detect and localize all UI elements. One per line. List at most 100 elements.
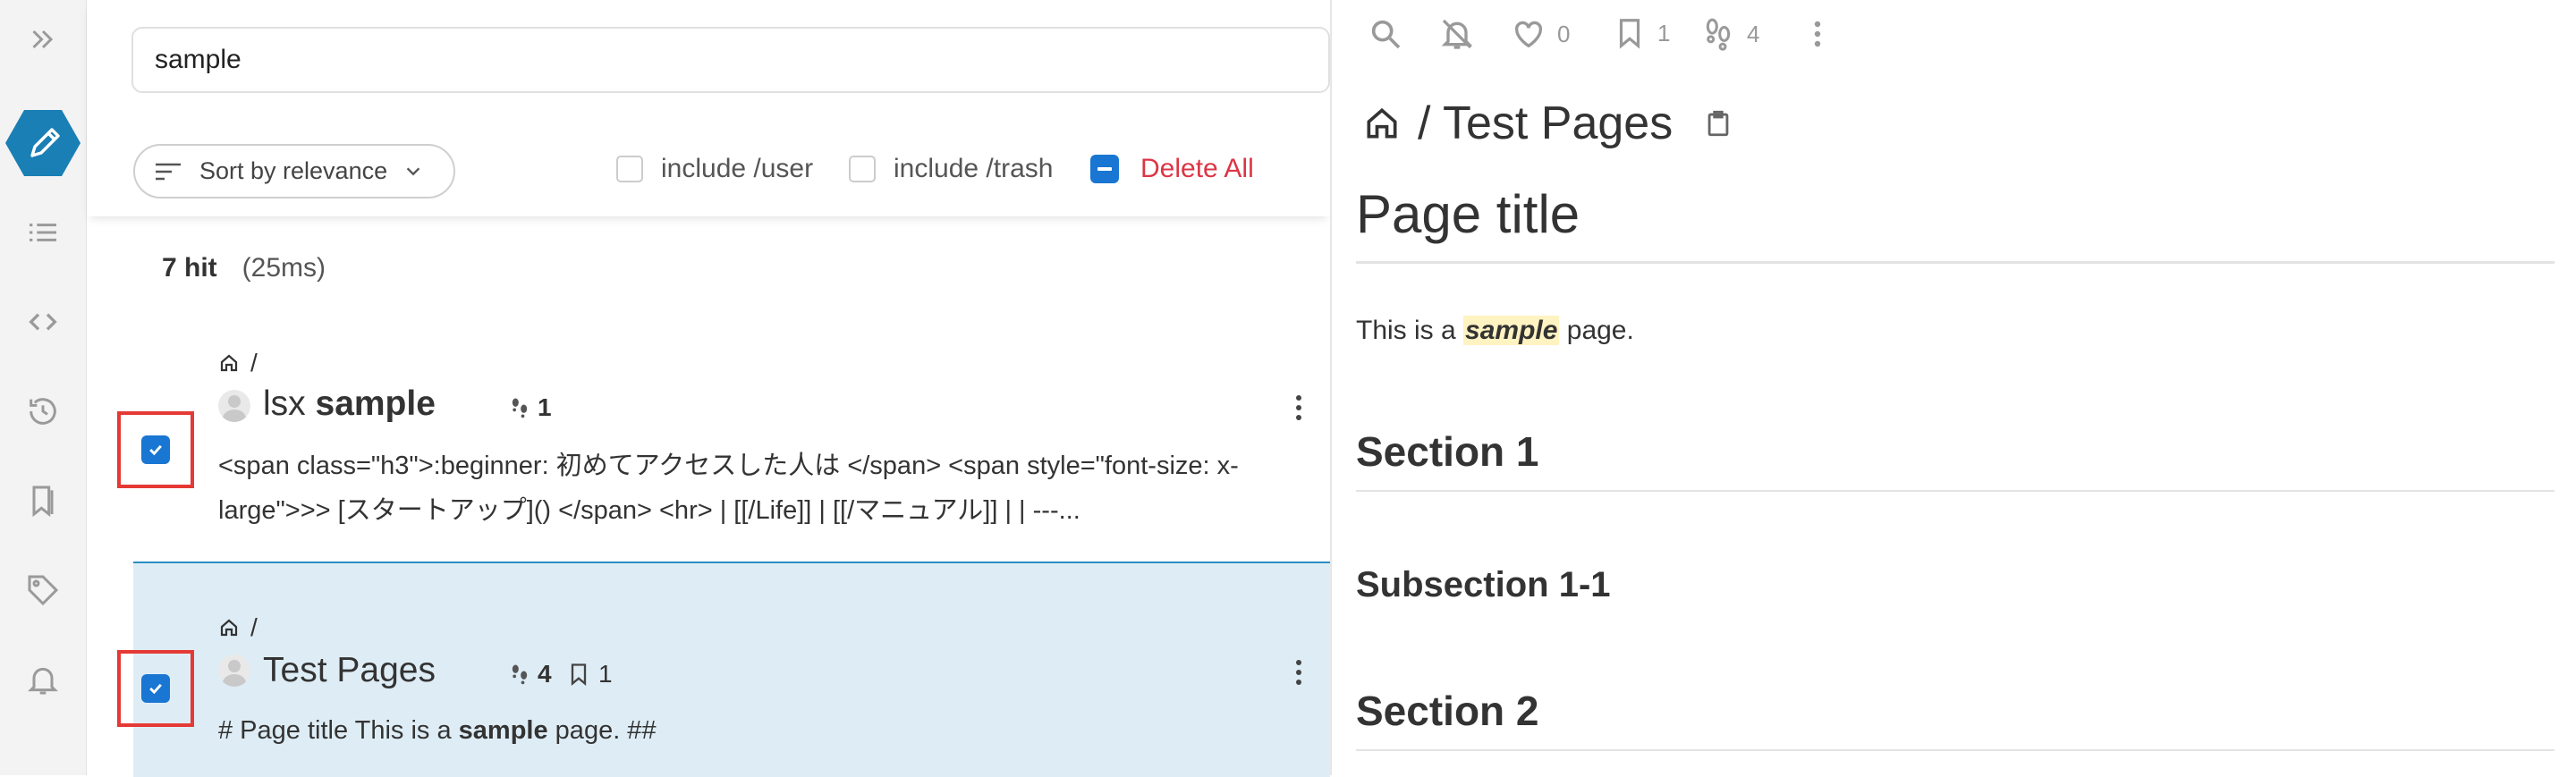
result-checkbox[interactable] bbox=[141, 435, 170, 464]
like-button[interactable]: 0 bbox=[1511, 16, 1570, 52]
bookmark-button[interactable]: 1 bbox=[1613, 16, 1670, 50]
include-user-label: include /user bbox=[661, 154, 814, 183]
preview-heading-1: Page title bbox=[1356, 183, 2555, 264]
subscribe-button[interactable] bbox=[1439, 16, 1475, 52]
seen-users-count: 4 bbox=[507, 660, 552, 688]
history-icon bbox=[30, 398, 56, 425]
preview-toolbar: 0 1 4 bbox=[1332, 0, 2576, 72]
seen-users-count: 1 bbox=[507, 393, 552, 422]
list-icon bbox=[30, 224, 56, 241]
bookmark-count-text: 1 bbox=[598, 660, 613, 688]
delete-all-control[interactable]: Delete All bbox=[1090, 154, 1254, 184]
bookmarks-icon bbox=[32, 486, 54, 518]
preview-section-2: Section 2 bbox=[1356, 687, 2555, 751]
tags-button[interactable] bbox=[0, 562, 86, 619]
seen-count-text: 1 bbox=[538, 393, 552, 421]
search-input[interactable] bbox=[131, 27, 1330, 93]
snippet-highlight: sample bbox=[458, 716, 548, 745]
preview-page-path[interactable]: / Test Pages bbox=[1362, 97, 1733, 150]
select-all-checkbox[interactable] bbox=[1090, 155, 1119, 183]
include-trash-label: include /trash bbox=[894, 154, 1054, 183]
delete-all-button[interactable]: Delete All bbox=[1140, 154, 1254, 184]
home-icon bbox=[220, 619, 238, 637]
page-title-link[interactable]: lsx sample bbox=[263, 384, 436, 424]
title-highlight: sample bbox=[315, 384, 436, 423]
snippet-text: # Page title This is a bbox=[218, 716, 459, 745]
seen-users-button[interactable]: 4 bbox=[1700, 16, 1759, 52]
tag-icon bbox=[28, 575, 59, 606]
sort-label: Sort by relevance bbox=[199, 157, 388, 184]
hit-count-number: 7 hit bbox=[162, 253, 217, 283]
title-text: lsx bbox=[263, 384, 316, 423]
snippet-text-end: page. ## bbox=[547, 716, 657, 745]
bookmark-icon bbox=[571, 663, 587, 686]
search-result-item[interactable]: / lsx sample 1 <span class="h3">:beginne… bbox=[117, 331, 1330, 560]
chevron-down-icon bbox=[406, 166, 420, 175]
bookmark-count: 1 bbox=[1657, 19, 1671, 46]
preview-path-text: / Test Pages bbox=[1418, 97, 1674, 149]
include-trash-checkbox[interactable] bbox=[849, 156, 876, 182]
footprints-icon bbox=[512, 664, 528, 685]
title-text: Test Pages bbox=[263, 651, 436, 689]
include-user-checkbox[interactable] bbox=[616, 156, 643, 182]
page-tree-button[interactable] bbox=[0, 204, 86, 261]
heart-icon bbox=[1514, 21, 1543, 48]
search-time: (25ms) bbox=[242, 253, 326, 283]
paragraph-highlight: sample bbox=[1463, 316, 1560, 345]
footprints-icon bbox=[512, 398, 528, 418]
recent-changes-button[interactable] bbox=[0, 383, 86, 440]
seen-count-text: 4 bbox=[538, 660, 552, 688]
sort-icon bbox=[156, 163, 181, 180]
check-icon bbox=[149, 683, 162, 695]
footprints-icon bbox=[1706, 18, 1731, 51]
home-icon bbox=[220, 354, 238, 372]
edit-page-button[interactable] bbox=[0, 110, 86, 176]
preview-paragraph: This is a sample page. bbox=[1356, 316, 1634, 346]
paragraph-text-end: page. bbox=[1559, 316, 1634, 345]
selection-highlight bbox=[117, 650, 194, 727]
bell-off-icon bbox=[1441, 19, 1473, 49]
bookmark-icon bbox=[1619, 19, 1640, 49]
page-path-text: / bbox=[250, 613, 258, 641]
page-menu-button[interactable] bbox=[1811, 16, 1824, 52]
code-icon bbox=[29, 313, 57, 331]
page-path[interactable]: / bbox=[218, 349, 258, 377]
check-icon bbox=[149, 444, 162, 456]
search-icon bbox=[1371, 20, 1401, 49]
paragraph-text: This is a bbox=[1356, 316, 1464, 345]
preview-section-1: Section 1 bbox=[1356, 427, 2555, 492]
include-trash-option[interactable]: include /trash bbox=[849, 154, 1053, 184]
avatar bbox=[218, 655, 250, 687]
bookmarks-button[interactable] bbox=[0, 472, 86, 529]
result-snippet: # Page title This is a sample page. ## bbox=[218, 708, 1260, 753]
collapse-sidebar-button[interactable] bbox=[0, 11, 86, 68]
search-control-header: Sort by relevance include /user include … bbox=[87, 0, 1330, 216]
preview-subsection-1-1: Subsection 1-1 bbox=[1356, 565, 1611, 604]
copy-clipboard-icon[interactable] bbox=[1703, 108, 1733, 139]
bookmark-count: 1 bbox=[566, 660, 613, 688]
kebab-icon bbox=[1814, 21, 1821, 47]
pencil-icon bbox=[5, 110, 80, 176]
search-result-item-selected[interactable]: / Test Pages 4 1 # Page title This is a … bbox=[117, 562, 1330, 777]
more-options-button[interactable] bbox=[1296, 660, 1301, 689]
result-checkbox[interactable] bbox=[141, 674, 170, 703]
like-count: 0 bbox=[1557, 20, 1571, 47]
search-results-pane: Sort by relevance include /user include … bbox=[87, 0, 1330, 777]
include-user-option[interactable]: include /user bbox=[616, 154, 813, 184]
search-button[interactable] bbox=[1368, 16, 1403, 52]
sort-dropdown-button[interactable]: Sort by relevance bbox=[133, 144, 455, 198]
custom-sidebar-button[interactable] bbox=[0, 293, 86, 350]
page-path-text: / bbox=[250, 349, 258, 376]
more-options-button[interactable] bbox=[1296, 395, 1301, 425]
page-path[interactable]: / bbox=[218, 613, 258, 642]
page-title-link[interactable]: Test Pages bbox=[263, 651, 436, 690]
sidebar bbox=[0, 0, 87, 775]
bell-icon bbox=[28, 667, 58, 695]
result-snippet: <span class="h3">:beginner: 初めてアクセスした人は … bbox=[218, 452, 1239, 525]
double-chevron-right-icon bbox=[32, 30, 54, 49]
seen-count: 4 bbox=[1747, 20, 1760, 47]
avatar bbox=[218, 390, 250, 422]
notification-button[interactable] bbox=[0, 651, 86, 708]
home-icon bbox=[1367, 107, 1397, 139]
hit-count: 7 hit (25ms) bbox=[162, 253, 326, 283]
